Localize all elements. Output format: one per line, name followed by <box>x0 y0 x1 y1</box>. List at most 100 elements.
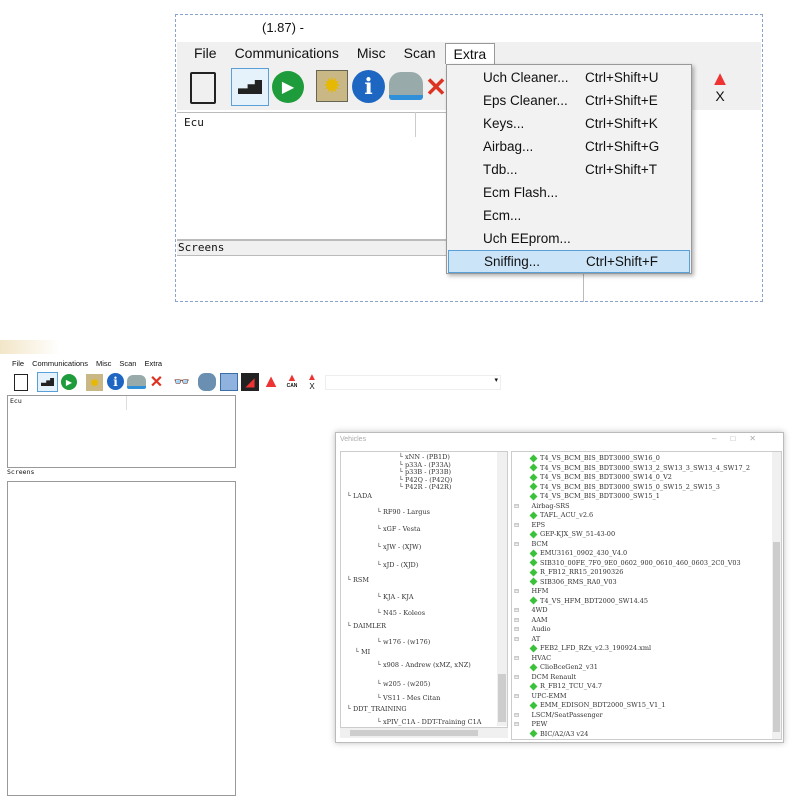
tree-node[interactable]: └ VS11 - Mes Citan <box>377 694 440 702</box>
tree-leaf[interactable]: T4_VS_BCM_BIS_BDT3000_SW15_1 <box>529 492 660 500</box>
warning-icon[interactable]: ▲ <box>262 371 280 391</box>
tree-group[interactable]: ⊟ HVAC <box>514 654 551 662</box>
collapse-icon[interactable]: ⊟ <box>514 711 522 719</box>
tree-group[interactable]: ⊟ UPC-EMM <box>514 692 567 700</box>
collapse-icon[interactable]: ⊟ <box>514 654 522 662</box>
collapse-icon[interactable]: ⊟ <box>514 521 522 529</box>
tree-group[interactable]: ⊟ BCM <box>514 540 548 548</box>
menu-extra[interactable]: Extra <box>444 42 496 64</box>
collapse-icon[interactable]: ⊟ <box>514 616 522 624</box>
collapse-icon[interactable]: ⊟ <box>514 692 522 700</box>
tree-leaf[interactable]: SIB310_00FE_7F0_9E0_0602_900_0610_460_06… <box>529 559 741 567</box>
tree-node[interactable]: └ w176 - (w176) <box>377 638 430 646</box>
ecu-tree[interactable]: T4_VS_BCM_BIS_BDT3000_SW16_0 T4_VS_BCM_BI… <box>511 451 782 740</box>
tree-leaf[interactable]: SIB306_RMS_RA0_V03 <box>529 578 617 586</box>
tree-leaf[interactable]: T4_VS_BCM_BIS_BDT3000_SW16_0 <box>529 454 660 462</box>
collapse-icon[interactable]: ⊟ <box>514 540 522 548</box>
stairs-icon[interactable] <box>231 68 269 106</box>
warning-x-icon[interactable]: ▲ X <box>305 372 319 392</box>
gear-icon[interactable]: ✹ <box>86 374 103 391</box>
collapse-icon[interactable]: ⊟ <box>514 625 522 633</box>
menu-communications[interactable]: Communications <box>28 359 92 368</box>
tree-group[interactable]: ⊟ DCM Renault <box>514 673 576 681</box>
tree-group[interactable]: ⊟ PEW <box>514 720 547 728</box>
tree-leaf[interactable]: R_FB12_TCU_V4.7 <box>529 682 602 690</box>
close-icon[interactable]: ✕ <box>148 372 165 391</box>
tree-node[interactable]: └ xGF - Vesta <box>377 525 420 533</box>
pin-icon[interactable]: ◢ <box>241 373 259 391</box>
tree-leaf[interactable]: EMU3161_0902_430_V4.0 <box>529 549 627 557</box>
tree-node[interactable]: └ RF90 - Largus <box>377 508 430 516</box>
collapse-icon[interactable]: ⊟ <box>514 635 522 643</box>
tree-group[interactable]: ⊟ 4WD <box>514 606 548 614</box>
car-icon[interactable] <box>127 375 146 389</box>
collapse-icon[interactable]: ⊟ <box>514 502 522 510</box>
menu-item-tdb[interactable]: Tdb... Ctrl+Shift+T <box>448 158 690 181</box>
menu-extra[interactable]: Extra <box>140 359 166 368</box>
menu-file[interactable]: File <box>185 45 226 61</box>
stairs-icon[interactable] <box>37 372 58 392</box>
tree-leaf[interactable]: T4_VS_BCM_BIS_BDT3000_SW13_2_SW13_3_SW13… <box>529 464 750 472</box>
collapse-icon[interactable]: ⊟ <box>514 673 522 681</box>
tree-leaf[interactable]: FEB2_LFD_RZx_v2.3_190924.xml <box>529 644 651 652</box>
tree-node[interactable]: └ DAIMLER <box>347 622 386 630</box>
menu-scan[interactable]: Scan <box>115 359 140 368</box>
tree-node[interactable]: └ x908 - Andrew (xMZ, xNZ) <box>377 661 471 669</box>
tree-leaf[interactable]: T4_VS_HFM_BDT2000_SW14.45 <box>529 597 648 605</box>
tree-group[interactable]: ⊟ EPS <box>514 521 545 529</box>
tree-leaf[interactable]: BIC/A2/A3 v24 <box>529 730 588 738</box>
collapse-icon[interactable]: ⊟ <box>514 606 522 614</box>
info-icon[interactable]: i <box>352 70 385 103</box>
tree-node[interactable]: └ LADA <box>347 492 372 500</box>
tree-leaf[interactable]: ClioBceGen2_v31 <box>529 663 598 671</box>
car-icon[interactable] <box>389 72 423 100</box>
window-icon[interactable] <box>220 373 238 391</box>
info-icon[interactable]: i <box>107 373 124 390</box>
tree-node[interactable]: └ MI <box>355 648 370 656</box>
collapse-icon[interactable]: ⊟ <box>514 587 522 595</box>
new-file-icon[interactable] <box>14 374 28 391</box>
right-vertical-scrollbar[interactable] <box>772 452 781 739</box>
tree-group[interactable]: ⊟ Audio <box>514 625 551 633</box>
tree-node[interactable]: └ xJD - (XJD) <box>377 561 418 569</box>
tree-leaf[interactable]: T4_VS_BCM_BIS_BDT3000_SW14_0_V2 <box>529 473 672 481</box>
menu-item-uch-eeprom[interactable]: Uch EEprom... <box>448 227 690 250</box>
menu-misc[interactable]: Misc <box>92 359 115 368</box>
tree-group[interactable]: ⊟ Airbag-SRS <box>514 502 570 510</box>
menu-item-ecm-flash[interactable]: Ecm Flash... <box>448 181 690 204</box>
tree-leaf[interactable]: EMM_EDISON_BDT2000_SW15_V1_1 <box>529 701 666 709</box>
play-icon[interactable]: ▶ <box>61 374 77 390</box>
tree-node[interactable]: └ RSM <box>347 576 369 584</box>
tree-leaf[interactable]: GEP-KJX_SW_51-43-00 <box>529 530 615 538</box>
mascot-icon[interactable] <box>198 373 216 391</box>
warning-x-icon[interactable]: ▲ X <box>706 69 734 104</box>
menu-item-airbag[interactable]: Airbag... Ctrl+Shift+G <box>448 135 690 158</box>
minimize-icon[interactable]: – <box>712 434 730 443</box>
tree-leaf[interactable]: TAFL_ACU_v2.6 <box>529 511 593 519</box>
menu-item-uch-cleaner[interactable]: Uch Cleaner... Ctrl+Shift+U <box>448 66 690 89</box>
left-horizontal-scrollbar[interactable] <box>340 728 508 738</box>
tree-group[interactable]: ⊟ HFM <box>514 587 548 595</box>
tree-node[interactable]: └ w205 - (w205) <box>377 680 430 688</box>
vehicle-select-dropdown[interactable]: ▾ <box>325 375 501 390</box>
tree-group[interactable]: ⊟ LSCM/SeatPassenger <box>514 711 603 719</box>
tree-leaf[interactable]: T4_VS_BCM_BIS_BDT3000_SW15_0_SW15_2_SW15… <box>529 483 720 491</box>
tree-node[interactable]: └ N45 - Koleos <box>377 609 425 617</box>
menu-file[interactable]: File <box>8 359 28 368</box>
tree-node[interactable]: └ xNN - (PB1D) <box>399 453 450 461</box>
close-icon[interactable]: ✕ <box>427 72 445 102</box>
play-icon[interactable]: ▶ <box>272 71 304 103</box>
tree-node[interactable]: └ xJW - (XJW) <box>377 543 421 551</box>
maximize-icon[interactable]: □ <box>730 434 749 443</box>
binoculars-icon[interactable]: 👓 <box>173 374 191 390</box>
new-file-icon[interactable] <box>190 72 216 104</box>
tree-group[interactable]: ⊟ AAM <box>514 616 548 624</box>
warning-can-icon[interactable]: ▲ CAN <box>284 372 300 392</box>
tree-node[interactable]: └ P42R - (P42R) <box>399 483 451 491</box>
tree-node[interactable]: └ KJA - KJA <box>377 593 414 601</box>
tree-node[interactable]: └ xPIV_C1A - DDT-Training C1A <box>377 718 481 726</box>
tree-group[interactable]: ⊟ AT <box>514 635 540 643</box>
menu-item-keys[interactable]: Keys... Ctrl+Shift+K <box>448 112 690 135</box>
tree-leaf[interactable]: R_FB12_RR15_20190326 <box>529 568 623 576</box>
menu-misc[interactable]: Misc <box>348 45 395 61</box>
